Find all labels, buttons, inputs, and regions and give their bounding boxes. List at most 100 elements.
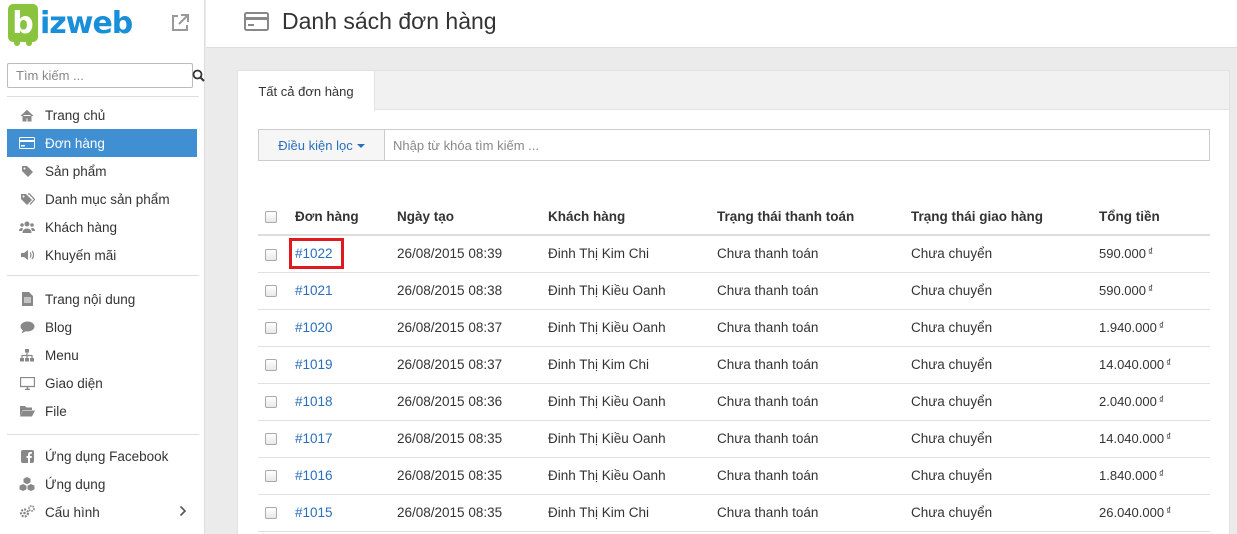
- customer-cell: Đinh Thị Kiều Oanh: [548, 457, 717, 495]
- sidebar-item-label: Khách hàng: [45, 219, 118, 235]
- table-row: #1019 26/08/2015 08:37 Đinh Thị Kim Chi …: [258, 346, 1210, 384]
- sidebar-item-home[interactable]: Trang chủ: [7, 101, 197, 129]
- order-link[interactable]: #1015: [295, 505, 333, 520]
- highlight-box: #1022: [289, 238, 344, 270]
- filter-button-label: Điều kiện lọc: [278, 137, 353, 153]
- sidebar-search-input[interactable]: [8, 64, 192, 87]
- sidebar-search: [7, 63, 205, 88]
- select-all-checkbox[interactable]: [265, 211, 277, 224]
- order-id-cell: #1017: [295, 420, 397, 458]
- sidebar-item-facebook-app[interactable]: Ứng dụng Facebook: [7, 442, 197, 470]
- currency-symbol: ₫: [1166, 506, 1172, 517]
- table-row: #1021 26/08/2015 08:38 Đinh Thị Kiều Oan…: [258, 272, 1210, 310]
- home-icon: [7, 109, 45, 122]
- column-header-total[interactable]: Tổng tiền: [1099, 199, 1210, 236]
- shipping-status-cell: Chưa chuyển: [911, 457, 1099, 495]
- tags-icon: [7, 192, 45, 206]
- customer-cell: Đinh Thị Kim Chi: [548, 494, 717, 532]
- sidebar-item-label: Sản phẩm: [45, 163, 107, 179]
- folder-open-icon: [7, 405, 45, 417]
- external-link-icon[interactable]: [169, 12, 191, 34]
- sidebar-item-orders[interactable]: Đơn hàng: [7, 129, 197, 157]
- row-select-cell: [258, 272, 295, 310]
- payment-status-cell: Chưa thanh toán: [717, 309, 911, 347]
- order-link[interactable]: #1020: [295, 320, 333, 335]
- shipping-status-cell: Chưa chuyển: [911, 346, 1099, 384]
- users-icon: [7, 221, 45, 233]
- cogs-icon: [7, 505, 45, 519]
- logo-badge: b: [8, 4, 38, 46]
- row-checkbox[interactable]: [265, 248, 277, 261]
- sidebar-item-theme[interactable]: Giao diện: [7, 369, 197, 397]
- total-value: 1.940.000: [1099, 320, 1157, 335]
- currency-symbol: ₫: [1166, 358, 1172, 369]
- payment-status-cell: Chưa thanh toán: [717, 346, 911, 384]
- currency-symbol: ₫: [1158, 321, 1164, 332]
- sidebar-item-label: Khuyến mãi: [45, 247, 117, 263]
- nav-group-apps: Ứng dụng Facebook Ứng dụng Cấu hình: [7, 442, 197, 526]
- sidebar-item-pages[interactable]: Trang nội dung: [7, 285, 197, 313]
- orders-table: Đơn hàng Ngày tạo Khách hàng Trạng thái …: [258, 199, 1210, 532]
- customer-cell: Đinh Thị Kim Chi: [548, 346, 717, 384]
- order-link[interactable]: #1017: [295, 431, 333, 446]
- order-link[interactable]: #1021: [295, 283, 333, 298]
- row-checkbox[interactable]: [265, 433, 277, 446]
- tag-icon: [7, 165, 45, 178]
- sidebar-item-apps[interactable]: Ứng dụng: [7, 470, 197, 498]
- row-checkbox[interactable]: [265, 470, 277, 483]
- total-cell: 1.940.000 ₫: [1099, 309, 1210, 347]
- customer-cell: Đinh Thị Kim Chi: [548, 235, 717, 273]
- sidebar-item-customers[interactable]: Khách hàng: [7, 213, 197, 241]
- comment-icon: [7, 321, 45, 334]
- tab-all-orders[interactable]: Tất cả đơn hàng: [238, 71, 375, 111]
- column-header-payment-status[interactable]: Trạng thái thanh toán: [717, 199, 911, 236]
- sidebar-item-products[interactable]: Sản phẩm: [7, 157, 197, 185]
- order-link[interactable]: #1016: [295, 468, 333, 483]
- sidebar-item-label: Danh mục sản phẩm: [45, 191, 170, 207]
- currency-symbol: ₫: [1158, 395, 1164, 406]
- order-link[interactable]: #1022: [295, 246, 333, 261]
- total-cell: 14.040.000 ₫: [1099, 346, 1210, 384]
- total-value: 590.000: [1099, 283, 1146, 298]
- payment-status-cell: Chưa thanh toán: [717, 457, 911, 495]
- column-header-shipping-status[interactable]: Trạng thái giao hàng: [911, 199, 1099, 236]
- row-select-cell: [258, 383, 295, 421]
- sidebar-item-label: Đơn hàng: [45, 135, 105, 151]
- row-checkbox[interactable]: [265, 507, 277, 520]
- row-checkbox[interactable]: [265, 285, 277, 298]
- payment-status-cell: Chưa thanh toán: [717, 494, 911, 532]
- shipping-status-cell: Chưa chuyển: [911, 420, 1099, 458]
- credit-card-icon: [7, 137, 45, 149]
- row-checkbox[interactable]: [265, 322, 277, 335]
- sidebar-item-promotions[interactable]: Khuyến mãi: [7, 241, 197, 269]
- sidebar-item-label: Trang chủ: [45, 107, 106, 123]
- row-checkbox[interactable]: [265, 396, 277, 409]
- order-link[interactable]: #1019: [295, 357, 333, 372]
- sidebar-item-file[interactable]: File: [7, 397, 197, 425]
- sidebar-item-blog[interactable]: Blog: [7, 313, 197, 341]
- sidebar-item-label: File: [45, 403, 67, 419]
- row-checkbox[interactable]: [265, 359, 277, 372]
- total-cell: 590.000 ₫: [1099, 272, 1210, 310]
- total-cell: 1.840.000 ₫: [1099, 457, 1210, 495]
- bizweb-logo[interactable]: b izweb: [8, 3, 133, 46]
- sidebar-item-settings[interactable]: Cấu hình: [7, 498, 197, 526]
- chevron-right-icon[interactable]: [179, 505, 187, 520]
- customer-cell: Đinh Thị Kiều Oanh: [548, 309, 717, 347]
- order-search-input[interactable]: [385, 130, 1209, 160]
- filter-conditions-button[interactable]: Điều kiện lọc: [259, 130, 385, 160]
- sidebar-item-categories[interactable]: Danh mục sản phẩm: [7, 185, 197, 213]
- order-link[interactable]: #1018: [295, 394, 333, 409]
- total-cell: 26.040.000 ₫: [1099, 494, 1210, 532]
- currency-symbol: ₫: [1158, 469, 1164, 480]
- payment-status-cell: Chưa thanh toán: [717, 235, 911, 273]
- tab-bar: Tất cả đơn hàng: [238, 71, 1229, 111]
- column-header-order[interactable]: Đơn hàng: [295, 199, 397, 236]
- column-header-date[interactable]: Ngày tạo: [397, 199, 548, 236]
- search-icon[interactable]: [192, 64, 205, 87]
- sidebar-item-menu[interactable]: Menu: [7, 341, 197, 369]
- total-value: 2.040.000: [1099, 394, 1157, 409]
- column-header-customer[interactable]: Khách hàng: [548, 199, 717, 236]
- date-cell: 26/08/2015 08:37: [397, 346, 548, 384]
- order-id-cell: #1022: [289, 235, 397, 273]
